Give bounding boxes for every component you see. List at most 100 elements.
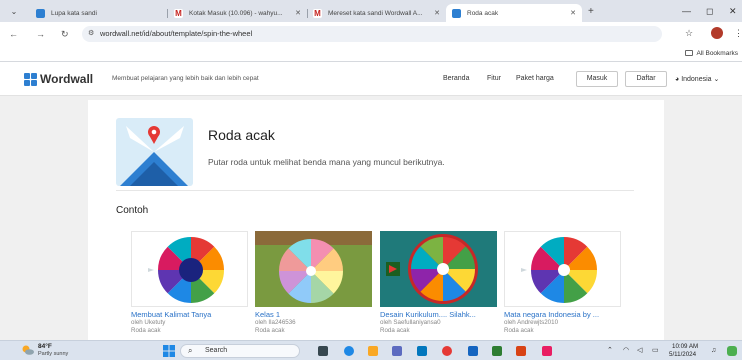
folder-icon (685, 50, 694, 56)
battery-icon[interactable]: ▭ (652, 346, 659, 356)
browser-tab-active[interactable]: Roda acak ✕ (446, 4, 582, 22)
clock-time[interactable]: 10:09 AM (672, 343, 698, 350)
tab-title: Mereset kata sandi Wordwall A... (328, 9, 423, 17)
clock-date[interactable]: 5/11/2024 (669, 351, 696, 358)
example-thumbnail (504, 231, 621, 307)
search-label: Search (205, 347, 228, 354)
store-icon[interactable] (392, 346, 402, 356)
nav-link-pricing[interactable]: Paket harga (516, 75, 554, 82)
tab-title: Kotak Masuk (10.096) - wahyu... (189, 9, 283, 17)
example-thumbnail (131, 231, 248, 307)
example-type: Roda acak (504, 327, 534, 334)
spin-wheel-thumbnail-icon (380, 231, 497, 307)
taskbar-search[interactable]: ⌕ Search (180, 344, 300, 358)
task-view-icon[interactable] (318, 346, 328, 356)
weather-description[interactable]: Partly sunny (38, 351, 68, 357)
close-window-icon[interactable]: ✕ (729, 6, 737, 16)
new-tab-button[interactable]: + (588, 7, 594, 17)
tray-chevron-up-icon[interactable]: ⌃ (607, 346, 613, 356)
bookmark-star-icon[interactable]: ☆ (685, 27, 693, 39)
weather-sun-cloud-icon[interactable] (22, 345, 34, 355)
wordwall-favicon-icon (452, 8, 461, 18)
widget-icon[interactable] (727, 346, 737, 356)
close-tab-icon[interactable]: ✕ (434, 9, 440, 17)
template-title: Roda acak (208, 127, 275, 143)
example-card[interactable]: Desain Kurikulum.... Silahk... oleh Saef… (380, 231, 497, 335)
example-title[interactable]: Kelas 1 (255, 310, 372, 319)
word-icon[interactable] (468, 346, 478, 356)
example-thumbnail (255, 231, 372, 307)
spin-wheel-hero-image (116, 118, 193, 186)
close-tab-icon[interactable]: ✕ (295, 9, 301, 17)
wordwall-logo[interactable]: Wordwall (24, 71, 93, 87)
restore-icon[interactable]: ◻ (706, 6, 713, 16)
chevron-down-icon: ⌄ (713, 76, 720, 83)
gmail-icon: M (174, 8, 183, 18)
example-author: oleh Ila246536 (255, 319, 296, 326)
all-bookmarks-button[interactable]: All Bookmarks (685, 50, 738, 57)
example-card[interactable]: Mata negara Indonesia by ... oleh Andrew… (504, 231, 621, 335)
section-divider (116, 190, 634, 191)
site-header: Wordwall Membuat pelajaran yang lebih ba… (0, 62, 742, 96)
speaker-icon[interactable]: ◁ (637, 346, 642, 356)
example-type: Roda acak (380, 327, 410, 334)
tab-title: Lupa kata sandi (51, 9, 97, 17)
example-card[interactable]: Membuat Kalimat Tanya oleh Uketuty Roda … (131, 231, 248, 335)
browser-tab[interactable]: Lupa kata sandi ✕ (30, 4, 190, 22)
back-icon[interactable]: ← (9, 28, 18, 40)
powerpoint-icon[interactable] (516, 346, 526, 356)
example-title[interactable]: Membuat Kalimat Tanya (131, 310, 248, 319)
spin-wheel-thumbnail-icon (521, 237, 597, 303)
windows-start-icon[interactable] (163, 345, 175, 357)
weather-temperature[interactable]: 84°F (38, 343, 52, 350)
gmail-icon: M (313, 8, 322, 18)
close-tab-icon[interactable]: ✕ (570, 9, 576, 17)
examples-heading: Contoh (116, 205, 149, 216)
profile-avatar[interactable] (711, 27, 723, 39)
app-icon[interactable] (542, 346, 552, 356)
signup-button[interactable]: Daftar (625, 71, 667, 87)
logo-text: Wordwall (40, 72, 94, 86)
example-author: oleh Saefullaniyansa0 (380, 319, 441, 326)
chrome-icon[interactable] (442, 346, 452, 356)
example-author: oleh Andrewjts2010 (504, 319, 559, 326)
minimize-icon[interactable]: — (682, 6, 691, 16)
mail-icon[interactable] (417, 346, 427, 356)
example-title[interactable]: Desain Kurikulum.... Silahk... (380, 310, 497, 319)
all-bookmarks-label: All Bookmarks (696, 50, 738, 57)
address-bar[interactable]: ⚙ wordwall.net/id/about/template/spin-th… (82, 26, 662, 42)
edge-browser-icon[interactable] (344, 346, 354, 356)
notification-bell-icon[interactable]: ♫ (711, 346, 716, 356)
windows-taskbar: 84°F Partly sunny ⌕ Search ⌃ ◠ ◁ ▭ 10:09… (0, 340, 742, 360)
wordwall-favicon-icon (36, 8, 45, 18)
url-text: wordwall.net/id/about/template/spin-the-… (100, 29, 253, 38)
example-card[interactable]: Kelas 1 oleh Ila246536 Roda acak (255, 231, 372, 335)
tab-title: Roda acak (467, 9, 499, 17)
language-label: Indonesia (681, 76, 712, 83)
browser-toolbar: ← → ↻ ⚙ wordwall.net/id/about/template/s… (0, 22, 742, 46)
example-type: Roda acak (131, 327, 161, 334)
nav-link-home[interactable]: Beranda (443, 75, 469, 82)
search-icon: ⌕ (188, 346, 193, 355)
example-author: oleh Uketuty (131, 319, 166, 326)
browser-menu-icon[interactable]: ⋮ (734, 27, 742, 39)
example-thumbnail (380, 231, 497, 307)
spin-wheel-thumbnail-icon (255, 231, 372, 307)
forward-icon[interactable]: → (36, 28, 45, 40)
site-tagline: Membuat pelajaran yang lebih baik dan le… (112, 75, 259, 82)
language-selector[interactable]: ◕ Indonesia ⌄ (675, 75, 719, 83)
tab-search-icon[interactable]: ⌄ (8, 6, 20, 18)
browser-tab[interactable]: M Mereset kata sandi Wordwall A... ✕ (307, 4, 446, 22)
wifi-icon[interactable]: ◠ (623, 346, 629, 356)
file-explorer-icon[interactable] (368, 346, 378, 356)
spin-wheel-thumbnail-icon (148, 237, 224, 303)
nav-link-features[interactable]: Fitur (487, 75, 501, 82)
example-title[interactable]: Mata negara Indonesia by ... (504, 310, 621, 319)
login-button[interactable]: Masuk (576, 71, 618, 87)
site-info-icon[interactable]: ⚙ (88, 29, 94, 37)
browser-tab[interactable]: M Kotak Masuk (10.096) - wahyu... ✕ (168, 4, 307, 22)
reload-icon[interactable]: ↻ (61, 28, 69, 40)
template-description: Putar roda untuk melihat benda mana yang… (208, 157, 445, 167)
example-type: Roda acak (255, 327, 285, 334)
excel-icon[interactable] (492, 346, 502, 356)
